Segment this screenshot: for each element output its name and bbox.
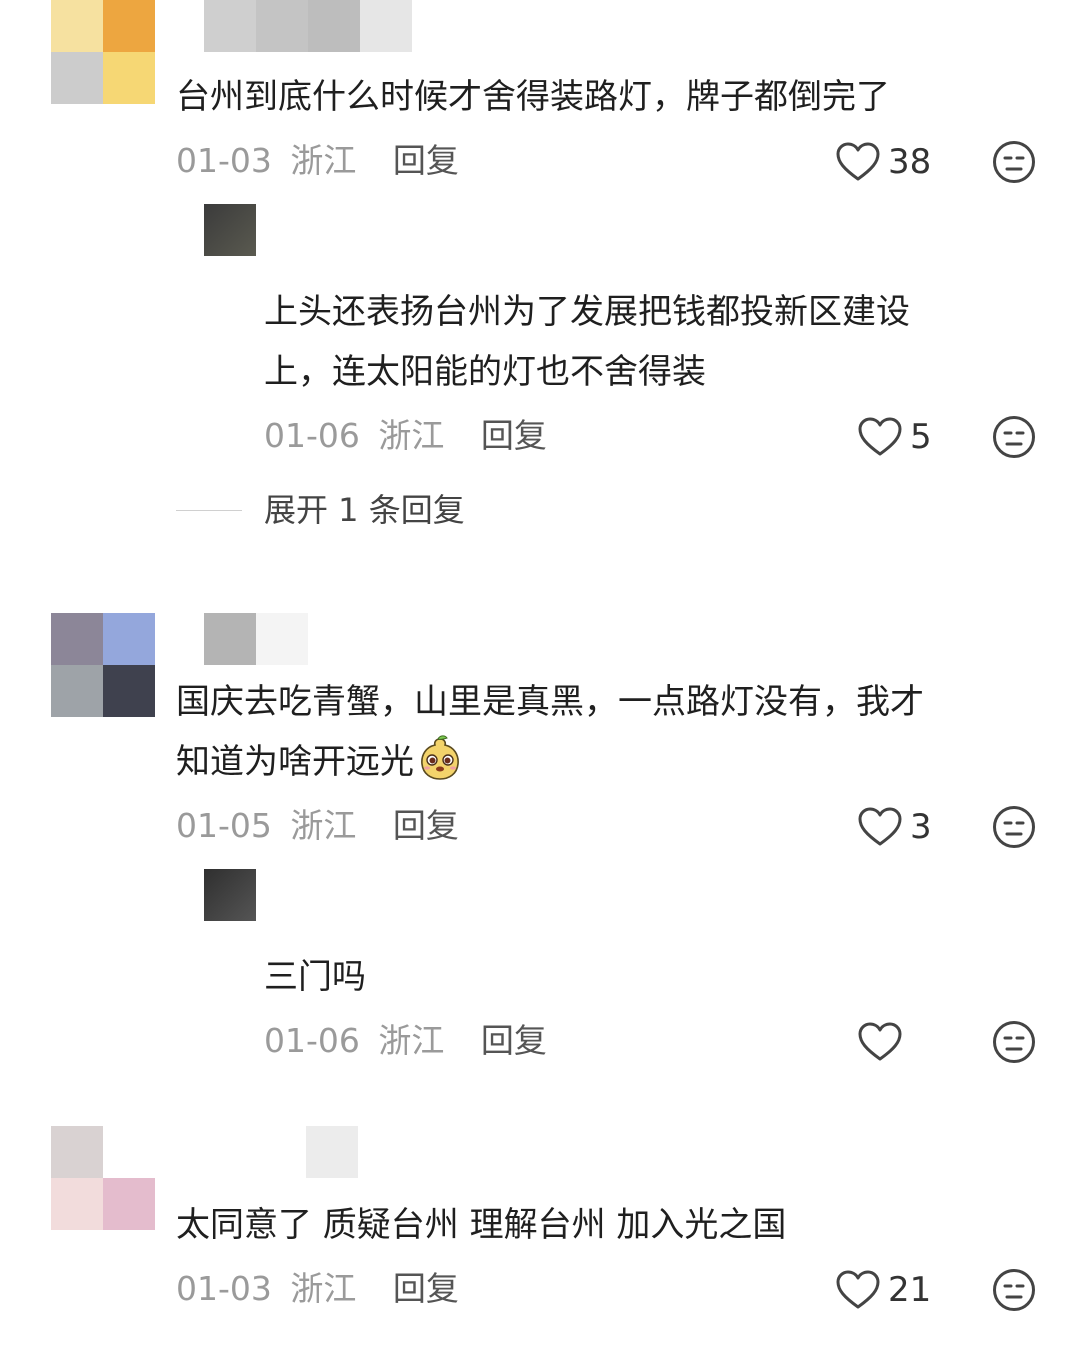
comment-location: 浙江 <box>290 806 357 845</box>
neutral-face-icon[interactable] <box>992 140 1036 184</box>
username-blurred[interactable] <box>254 1126 358 1178</box>
expand-divider <box>176 510 242 511</box>
neutral-face-icon[interactable] <box>992 805 1036 849</box>
reply-meta: 01-06 浙江 回复 <box>264 416 547 456</box>
like-button[interactable]: 5 <box>858 412 932 462</box>
comment-text: 太同意了 质疑台州 理解台州 加入光之国 <box>176 1205 787 1245</box>
heart-outline-icon <box>836 142 880 181</box>
comment-meta: 01-05 浙江 回复 <box>176 806 459 846</box>
avatar-tile <box>51 0 103 52</box>
reply-text: 上，连太阳能的灯也不舍得装 <box>264 352 706 392</box>
like-count: 5 <box>910 417 932 457</box>
like-button[interactable]: 38 <box>836 137 931 187</box>
heart-outline-icon <box>858 417 902 456</box>
heart-outline-icon <box>836 1270 880 1309</box>
like-count: 38 <box>888 142 932 182</box>
avatar-tile <box>51 1126 103 1178</box>
reply-button[interactable]: 回复 <box>393 141 459 180</box>
avatar-tile <box>51 665 103 717</box>
avatar-tile <box>103 1178 155 1230</box>
reply-text: 三门吗 <box>264 957 366 997</box>
comment-text: 知道为啥开远光 <box>176 742 414 782</box>
reply-button[interactable]: 回复 <box>393 1269 459 1308</box>
like-count: 21 <box>888 1270 932 1310</box>
like-button[interactable]: 21 <box>836 1265 931 1315</box>
comment-text-line-2: 知道为啥开远光 <box>176 732 464 792</box>
username-blurred[interactable] <box>204 613 360 665</box>
reply-avatar[interactable] <box>204 204 256 256</box>
reply-location: 浙江 <box>378 1021 445 1060</box>
avatar-tile <box>103 613 155 665</box>
reply-meta: 01-06 浙江 回复 <box>264 1021 547 1061</box>
like-count: 3 <box>910 807 932 847</box>
comment-date: 01-03 <box>176 141 272 180</box>
reply-avatar[interactable] <box>204 869 256 921</box>
avatar[interactable] <box>51 0 155 104</box>
comment-location: 浙江 <box>290 141 357 180</box>
comment-date: 01-05 <box>176 806 272 845</box>
reply-text: 上头还表扬台州为了发展把钱都投新区建设 <box>264 292 910 332</box>
comment-date: 01-03 <box>176 1269 272 1308</box>
avatar-tile <box>103 665 155 717</box>
like-button[interactable]: 3 <box>858 802 932 852</box>
gourd-doll-emoji-icon <box>421 735 459 780</box>
avatar-tile <box>51 1178 103 1230</box>
comment-meta: 01-03 浙江 回复 <box>176 141 459 181</box>
heart-outline-icon <box>858 1022 902 1061</box>
reply-button[interactable]: 回复 <box>393 806 459 845</box>
comment-meta: 01-03 浙江 回复 <box>176 1269 459 1309</box>
reply-date: 01-06 <box>264 1021 360 1060</box>
avatar-tile <box>103 0 155 52</box>
avatar[interactable] <box>51 1126 155 1230</box>
username-blurred[interactable] <box>204 0 412 52</box>
neutral-face-icon[interactable] <box>992 1268 1036 1312</box>
reply-location: 浙江 <box>378 416 445 455</box>
heart-outline-icon <box>858 807 902 846</box>
comment-text: 台州到底什么时候才舍得装路灯，牌子都倒完了 <box>176 77 890 117</box>
avatar-tile <box>103 52 155 104</box>
avatar-tile <box>51 52 103 104</box>
neutral-face-icon[interactable] <box>992 1020 1036 1064</box>
avatar-tile <box>103 1126 155 1178</box>
comment-text: 国庆去吃青蟹，山里是真黑，一点路灯没有，我才 <box>176 682 924 722</box>
neutral-face-icon[interactable] <box>992 415 1036 459</box>
reply-button[interactable]: 回复 <box>481 416 547 455</box>
reply-date: 01-06 <box>264 416 360 455</box>
avatar[interactable] <box>51 613 155 717</box>
like-button[interactable] <box>858 1017 910 1067</box>
reply-button[interactable]: 回复 <box>481 1021 547 1060</box>
avatar-tile <box>51 613 103 665</box>
comment-location: 浙江 <box>290 1269 357 1308</box>
expand-replies-button[interactable]: 展开 1 条回复 <box>264 490 465 530</box>
